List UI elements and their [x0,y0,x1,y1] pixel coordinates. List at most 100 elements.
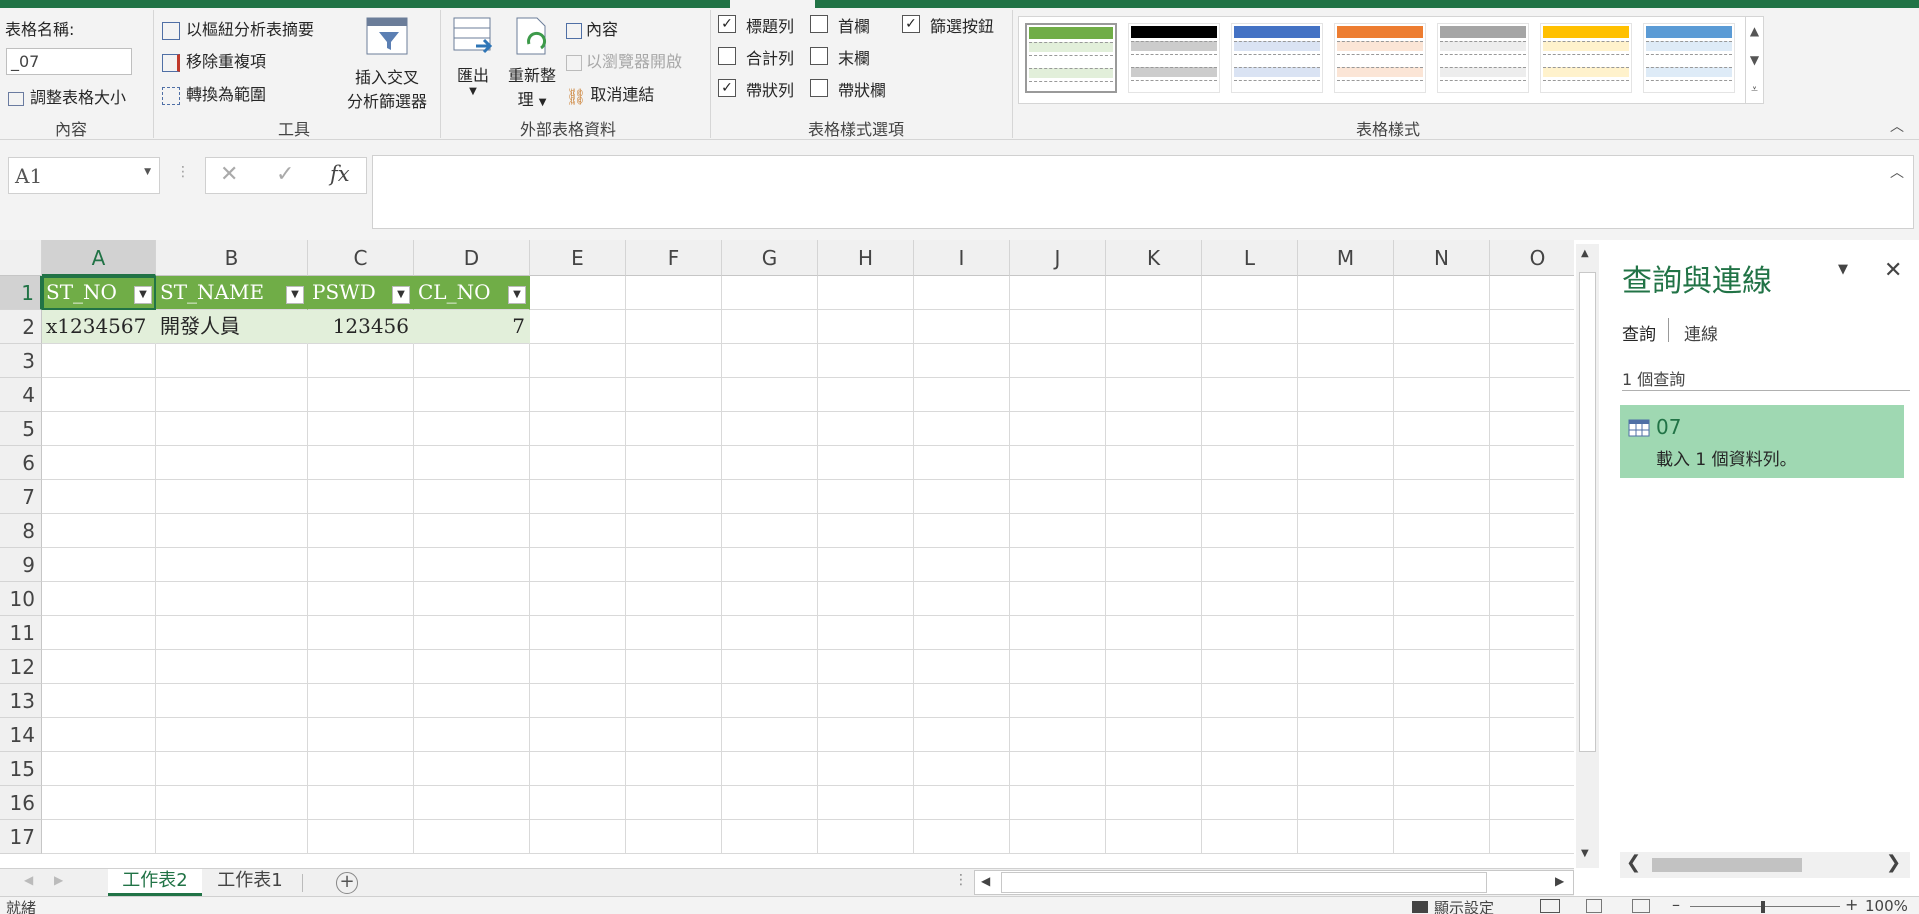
banded-columns-checkbox[interactable] [810,79,828,97]
cell-a17[interactable] [42,820,156,854]
close-icon[interactable]: ✕ [1884,258,1902,283]
cell-l10[interactable] [1202,582,1298,616]
cell-d10[interactable] [414,582,530,616]
name-box[interactable]: A1 ▼ [8,157,160,194]
cell-j4[interactable] [1010,378,1106,412]
cell-g8[interactable] [722,514,818,548]
table-header-cell[interactable]: ST_NO ▼ [42,276,156,310]
cell-f8[interactable] [626,514,722,548]
cell-e5[interactable] [530,412,626,446]
cell-i8[interactable] [914,514,1010,548]
cell-m8[interactable] [1298,514,1394,548]
cell-o1[interactable] [1490,276,1574,310]
insert-function-icon[interactable]: fx [330,162,350,186]
cell-n10[interactable] [1394,582,1490,616]
cell-m11[interactable] [1298,616,1394,650]
table-data-cell[interactable]: 7 [414,310,530,344]
cell-m4[interactable] [1298,378,1394,412]
column-header-e[interactable]: E [530,240,626,276]
cell-l11[interactable] [1202,616,1298,650]
scroll-right-icon[interactable]: ❯ [1886,852,1901,873]
last-column-checkbox[interactable] [810,47,828,65]
cell-h8[interactable] [818,514,914,548]
cell-h12[interactable] [818,650,914,684]
resize-table-button[interactable]: 調整表格大小 [8,84,126,108]
pane-options-icon[interactable]: ▼ [1838,262,1848,277]
table-data-cell[interactable]: 開發人員 [156,310,308,344]
cell-e4[interactable] [530,378,626,412]
cell-i14[interactable] [914,718,1010,752]
cell-c5[interactable] [308,412,414,446]
cell-b9[interactable] [156,548,308,582]
cell-j13[interactable] [1010,684,1106,718]
cell-o9[interactable] [1490,548,1574,582]
cell-c4[interactable] [308,378,414,412]
table-data-cell[interactable]: x1234567 [42,310,156,344]
cell-b16[interactable] [156,786,308,820]
cell-b5[interactable] [156,412,308,446]
cell-n13[interactable] [1394,684,1490,718]
column-header-n[interactable]: N [1394,240,1490,276]
cell-o13[interactable] [1490,684,1574,718]
cell-k17[interactable] [1106,820,1202,854]
page-layout-icon[interactable] [1586,899,1602,913]
cell-n7[interactable] [1394,480,1490,514]
cell-e6[interactable] [530,446,626,480]
vertical-scroll-thumb[interactable] [1579,272,1596,752]
cancel-icon[interactable]: ✕ [220,162,238,187]
cell-c9[interactable] [308,548,414,582]
cell-e2[interactable] [530,310,626,344]
cell-m15[interactable] [1298,752,1394,786]
cell-n8[interactable] [1394,514,1490,548]
cell-i16[interactable] [914,786,1010,820]
scroll-up-icon[interactable]: ▲ [1581,248,1589,259]
normal-view-icon[interactable] [1540,899,1560,913]
row-header-14[interactable]: 14 [0,718,42,752]
cell-i15[interactable] [914,752,1010,786]
cell-h11[interactable] [818,616,914,650]
cell-c13[interactable] [308,684,414,718]
filter-dropdown-icon[interactable]: ▼ [508,286,526,304]
table-properties-button[interactable]: 內容 [566,16,618,40]
gallery-up-icon[interactable]: ▲ [1745,17,1763,46]
chevron-down-icon[interactable]: ▼ [144,167,151,177]
row-header-15[interactable]: 15 [0,752,42,786]
cell-b12[interactable] [156,650,308,684]
cell-c14[interactable] [308,718,414,752]
cell-e11[interactable] [530,616,626,650]
cell-o7[interactable] [1490,480,1574,514]
banded-rows-checkbox[interactable]: ✓ [718,79,736,97]
column-header-m[interactable]: M [1298,240,1394,276]
cell-d16[interactable] [414,786,530,820]
cell-d5[interactable] [414,412,530,446]
cell-d6[interactable] [414,446,530,480]
cell-d14[interactable] [414,718,530,752]
remove-duplicates-button[interactable]: 移除重複項 [162,48,266,72]
cell-a8[interactable] [42,514,156,548]
cell-g16[interactable] [722,786,818,820]
summarize-pivot-button[interactable]: 以樞紐分析表摘要 [162,16,314,40]
table-style-swatch[interactable] [1128,23,1220,93]
cell-k9[interactable] [1106,548,1202,582]
cell-b7[interactable] [156,480,308,514]
cell-c6[interactable] [308,446,414,480]
cell-k6[interactable] [1106,446,1202,480]
cell-a6[interactable] [42,446,156,480]
cell-n14[interactable] [1394,718,1490,752]
row-header-6[interactable]: 6 [0,446,42,480]
cell-d13[interactable] [414,684,530,718]
cell-d15[interactable] [414,752,530,786]
cell-d11[interactable] [414,616,530,650]
cell-o3[interactable] [1490,344,1574,378]
first-column-checkbox[interactable] [810,15,828,33]
cell-o10[interactable] [1490,582,1574,616]
cell-k2[interactable] [1106,310,1202,344]
cell-d7[interactable] [414,480,530,514]
row-header-8[interactable]: 8 [0,514,42,548]
total-row-checkbox[interactable] [718,47,736,65]
pane-horizontal-scrollbar[interactable]: ❮ ❯ [1620,852,1910,878]
cell-i10[interactable] [914,582,1010,616]
cell-l12[interactable] [1202,650,1298,684]
row-header-5[interactable]: 5 [0,412,42,446]
filter-dropdown-icon[interactable]: ▼ [134,286,152,304]
